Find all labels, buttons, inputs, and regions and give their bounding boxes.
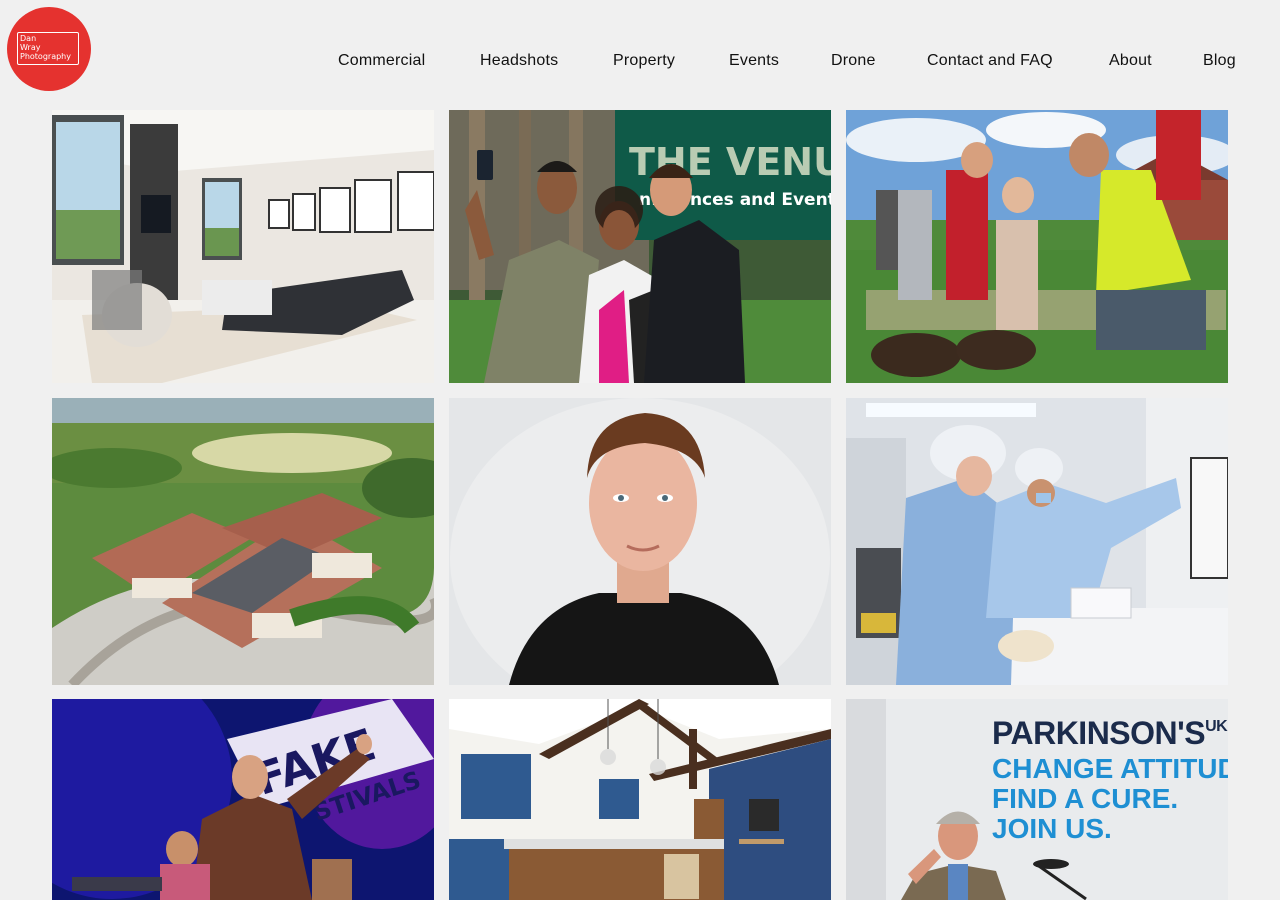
headshot-photo: [449, 398, 831, 685]
site-header: Dan Wray Photography Commercial Headshot…: [0, 0, 1280, 100]
wall-slogan-line-1: CHANGE ATTITUDE: [992, 753, 1228, 784]
wall-heading: PARKINSON'SUK: [992, 715, 1228, 751]
festival-photo: FAKE STIVALS: [52, 699, 434, 900]
selfie-group-photo: THE VENUE nferences and Event: [449, 110, 831, 383]
gallery-tile-selfie-group[interactable]: THE VENUE nferences and Event: [449, 110, 831, 383]
gallery-tile-parkinsons[interactable]: PARKINSON'SUK CHANGE ATTITUDE FIND A CUR…: [846, 699, 1228, 900]
nav-contact-faq[interactable]: Contact and FAQ: [927, 50, 1053, 72]
parkinsons-photo: PARKINSON'SUK CHANGE ATTITUDE FIND A CUR…: [846, 699, 1228, 900]
nav-headshots[interactable]: Headshots: [480, 50, 558, 72]
gallery-tile-family-planting[interactable]: [846, 110, 1228, 383]
logo-line-1: Dan: [20, 34, 37, 43]
nav-property[interactable]: Property: [613, 50, 675, 72]
wall-slogan-line-2: FIND A CURE.: [992, 783, 1178, 814]
gallery-tile-living-room[interactable]: [52, 110, 434, 383]
laboratory-photo: [846, 398, 1228, 685]
living-room-photo: [52, 110, 434, 383]
wall-slogan-line-3: JOIN US.: [992, 813, 1112, 844]
aerial-housing-photo: [52, 398, 434, 685]
nav-about[interactable]: About: [1109, 50, 1152, 72]
gallery-tile-laboratory[interactable]: [846, 398, 1228, 685]
gallery-tile-kitchen[interactable]: [449, 699, 831, 900]
gallery-tile-festival[interactable]: FAKE STIVALS: [52, 699, 434, 900]
nav-blog[interactable]: Blog: [1203, 50, 1236, 72]
kitchen-photo: [449, 699, 831, 900]
gallery-tile-headshot[interactable]: [449, 398, 831, 685]
site-logo[interactable]: Dan Wray Photography: [7, 7, 91, 91]
nav-commercial[interactable]: Commercial: [338, 50, 425, 72]
nav-events[interactable]: Events: [729, 50, 779, 72]
gallery-tile-aerial-housing[interactable]: [52, 398, 434, 685]
main-navigation: Commercial Headshots Property Events Dro…: [0, 50, 1280, 72]
family-planting-photo: [846, 110, 1228, 383]
nav-drone[interactable]: Drone: [831, 50, 876, 72]
